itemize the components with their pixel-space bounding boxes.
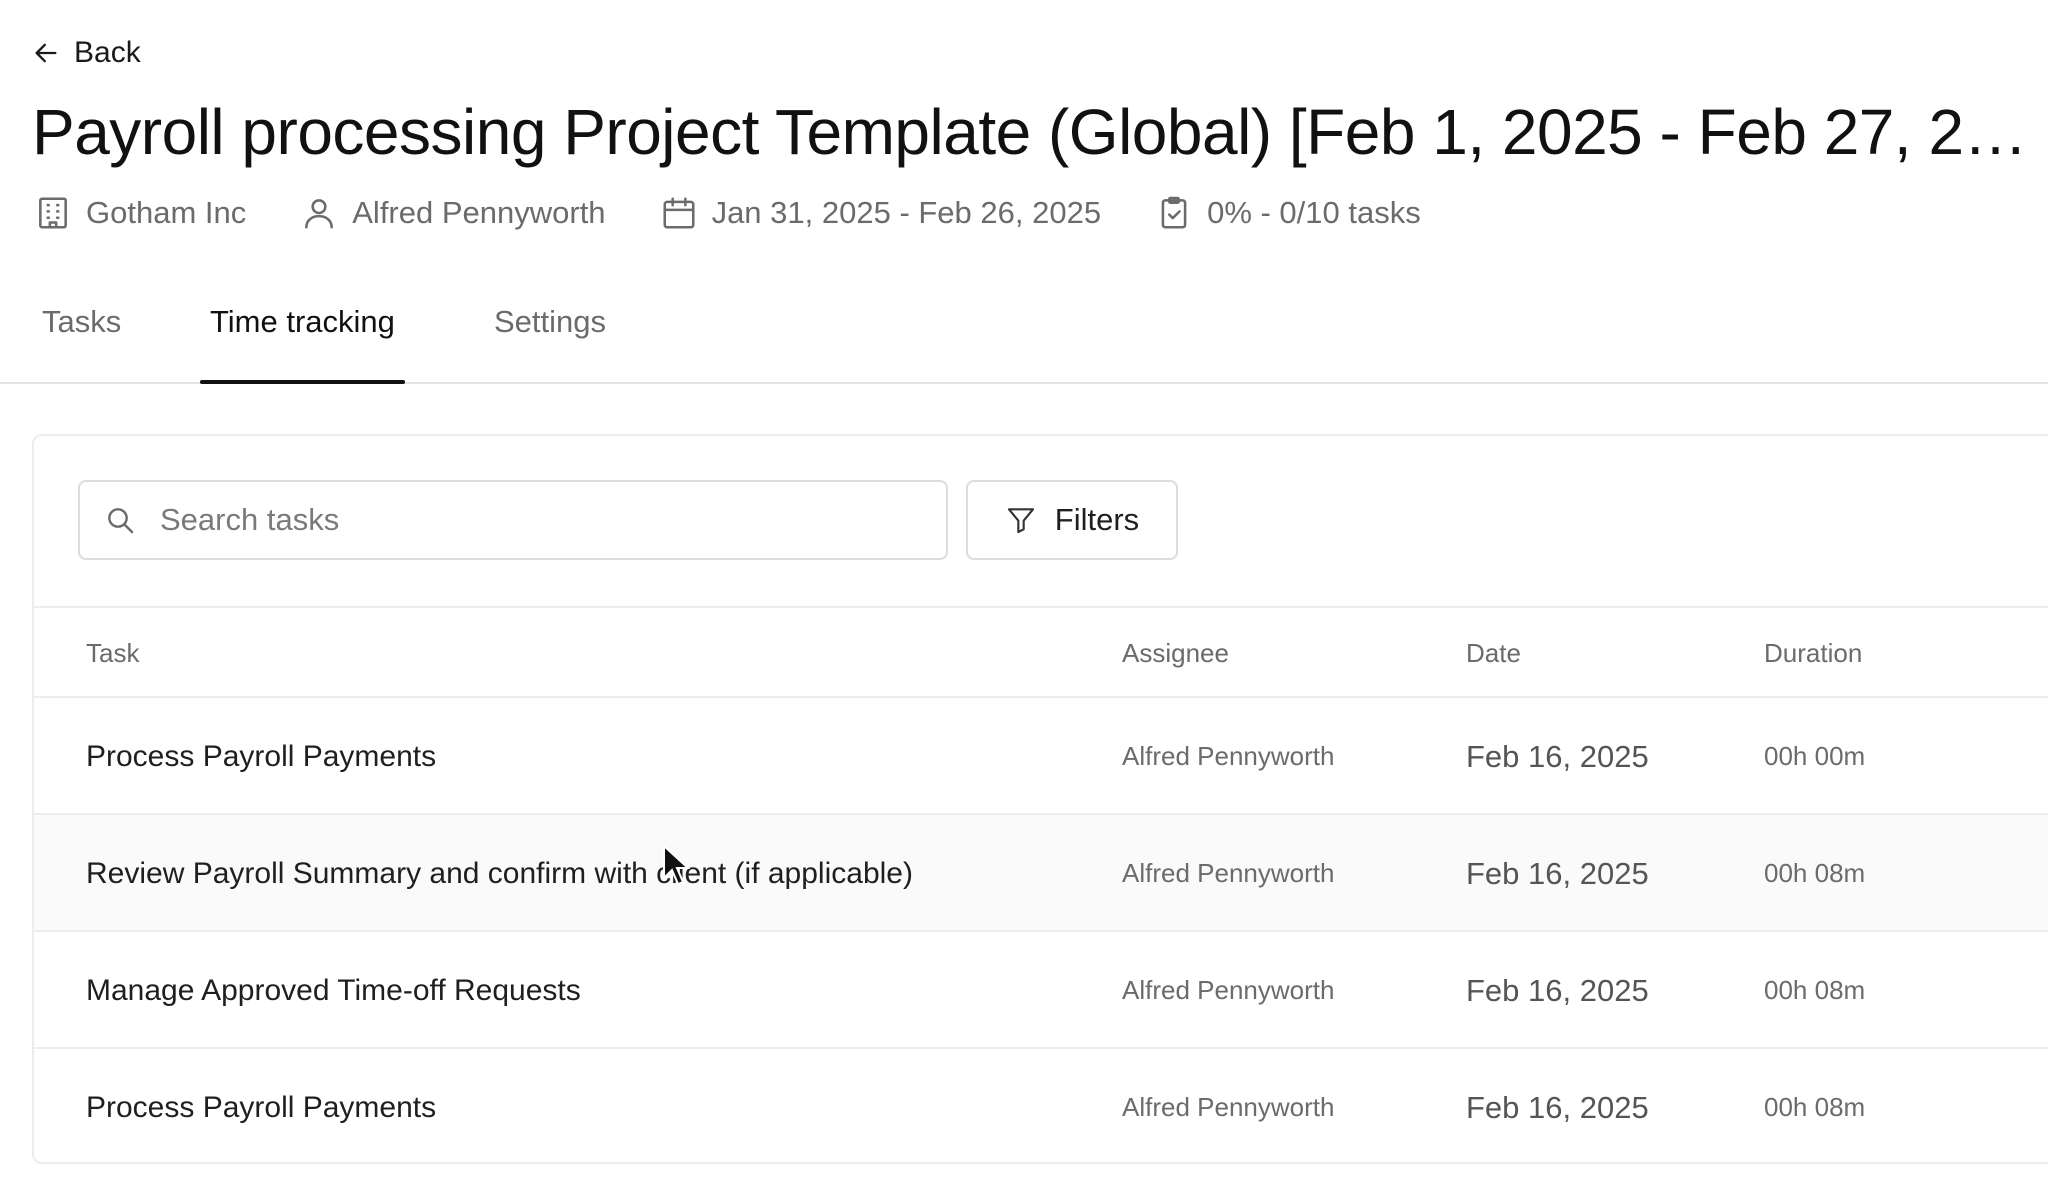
row-assignee: Alfred Pennyworth [1122,858,1335,888]
row-duration: 00h 08m [1764,975,1866,1005]
header-task: Task [86,638,140,668]
search-icon [108,508,134,534]
arrow-left-icon [35,43,57,63]
mouse-cursor-icon [663,844,690,886]
row-task: Review Payroll Summary and confirm with … [86,856,913,890]
meta-date-range: Jan 31, 2025 - Feb 26, 2025 [660,194,1102,232]
meta-owner: Alfred Pennyworth [300,194,606,232]
building-icon [39,197,67,229]
row-date: Feb 16, 2025 [1466,972,1649,1008]
meta-progress: 0% - 0/10 tasks [1155,194,1421,232]
row-duration: 00h 08m [1764,858,1866,888]
user-icon [305,199,334,229]
calendar-icon [663,197,695,229]
filter-icon [1007,508,1034,534]
row-date: Feb 16, 2025 [1466,1089,1649,1125]
date-range: Jan 31, 2025 - Feb 26, 2025 [711,195,1102,230]
row-date: Feb 16, 2025 [1466,738,1649,774]
filters-label: Filters [1054,502,1140,537]
row-assignee: Alfred Pennyworth [1122,1092,1335,1122]
row-task: Process Payroll Payments [86,1090,437,1124]
search-box[interactable] [78,480,948,560]
table-header: Task Assignee Date Duration [34,608,2048,698]
header-duration: Duration [1764,638,1863,668]
row-task: Manage Approved Time-off Requests [86,973,581,1007]
owner-name: Alfred Pennyworth [352,195,606,230]
back-link[interactable]: Back [32,36,141,70]
time-tracking-card: Filters Task Assignee Date Duration Proc… [32,434,2048,1164]
tab-bar: Tasks Time tracking Settings [0,292,2048,384]
filters-button[interactable]: Filters [966,480,1178,560]
meta-company: Gotham Inc [34,194,246,232]
table-row[interactable]: Manage Approved Time-off Requests Alfred… [34,932,2048,1049]
back-label: Back [74,36,141,69]
tab-time-tracking[interactable]: Time tracking [200,292,405,384]
row-assignee: Alfred Pennyworth [1122,975,1335,1005]
search-input[interactable] [158,501,922,539]
table-toolbar: Filters [34,436,2048,608]
row-task: Process Payroll Payments [86,739,437,773]
page-title: Payroll processing Project Template (Glo… [32,96,2028,168]
table-row[interactable]: Review Payroll Summary and confirm with … [34,815,2048,932]
clipboard-check-icon [1161,196,1187,229]
row-duration: 00h 00m [1764,741,1866,771]
time-tracking-page: Back Payroll processing Project Template… [0,0,2048,1196]
header-date: Date [1466,638,1521,668]
tab-settings[interactable]: Settings [494,292,606,382]
table-row[interactable]: Process Payroll Payments Alfred Pennywor… [34,698,2048,815]
header-assignee: Assignee [1122,638,1229,668]
company-name: Gotham Inc [86,195,247,230]
row-assignee: Alfred Pennyworth [1122,741,1335,771]
row-duration: 00h 08m [1764,1092,1866,1122]
row-date: Feb 16, 2025 [1466,855,1649,891]
project-meta: Gotham Inc Alfred Pennyworth Jan 31, 202… [34,194,1421,232]
progress-text: 0% - 0/10 tasks [1207,195,1421,230]
table-row[interactable]: Process Payroll Payments Alfred Pennywor… [34,1049,2048,1162]
tab-tasks[interactable]: Tasks [42,292,121,382]
